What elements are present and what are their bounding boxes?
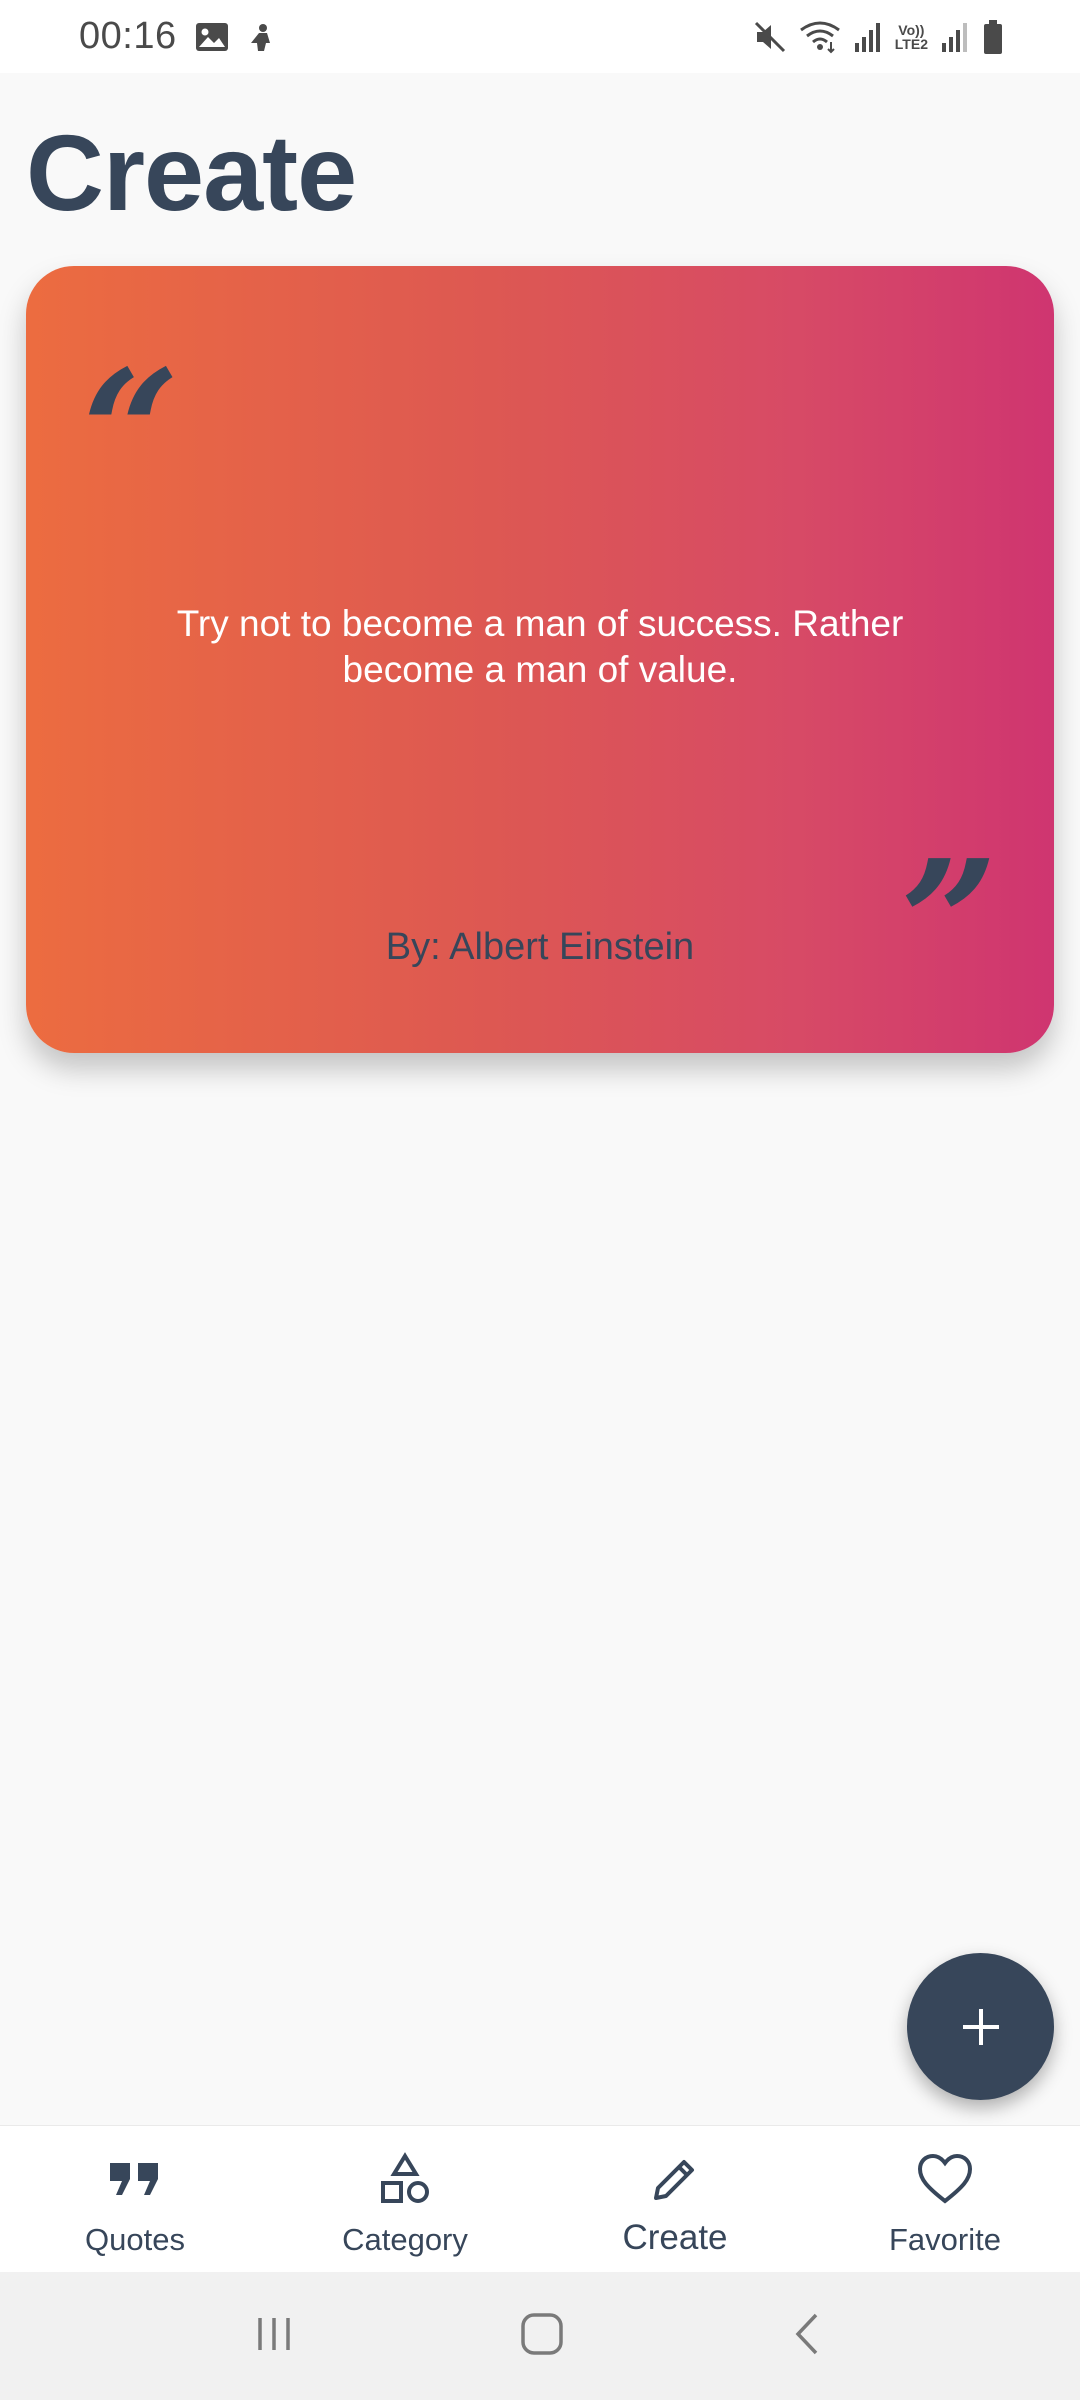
nav-label-quotes: Quotes xyxy=(85,2222,185,2257)
shapes-icon xyxy=(378,2150,432,2208)
nav-label-create: Create xyxy=(622,2218,728,2257)
app-notification-icon xyxy=(247,22,275,52)
back-icon[interactable] xyxy=(788,2311,828,2362)
quote-card[interactable]: “ Try not to become a man of success. Ra… xyxy=(26,266,1054,1053)
quote-author: By: Albert Einstein xyxy=(385,926,695,968)
image-icon xyxy=(195,22,229,52)
close-quote-mark: ” xyxy=(900,823,998,1023)
nav-label-category: Category xyxy=(342,2222,468,2257)
add-quote-button[interactable] xyxy=(907,1953,1054,2100)
open-quote-mark: “ xyxy=(82,333,180,533)
nav-item-quotes[interactable]: Quotes xyxy=(0,2126,270,2272)
recents-icon[interactable] xyxy=(252,2312,296,2361)
home-icon[interactable] xyxy=(519,2311,565,2362)
system-navigation-bar xyxy=(0,2272,1080,2400)
volte-icon: Vo)) LTE2 xyxy=(894,21,928,52)
signal-icon-2 xyxy=(940,21,970,53)
mute-icon xyxy=(753,20,787,54)
nav-label-favorite: Favorite xyxy=(889,2222,1001,2257)
wifi-icon xyxy=(799,20,841,54)
status-bar: 00:16 Vo)) LTE2 xyxy=(0,0,1080,73)
heart-icon xyxy=(917,2150,973,2208)
nav-item-category[interactable]: Category xyxy=(270,2126,540,2272)
quote-text: Try not to become a man of success. Rath… xyxy=(176,603,904,690)
signal-icon xyxy=(853,21,883,53)
plus-icon xyxy=(962,2008,999,2045)
pencil-icon xyxy=(648,2150,702,2208)
status-time: 00:16 xyxy=(79,15,177,57)
nav-item-create[interactable]: Create xyxy=(540,2126,810,2272)
battery-icon xyxy=(982,19,1004,55)
bottom-navigation: Quotes Category Create Favorite xyxy=(0,2125,1080,2272)
page-title: Create xyxy=(26,112,357,233)
quote-icon xyxy=(108,2150,162,2208)
nav-item-favorite[interactable]: Favorite xyxy=(810,2126,1080,2272)
